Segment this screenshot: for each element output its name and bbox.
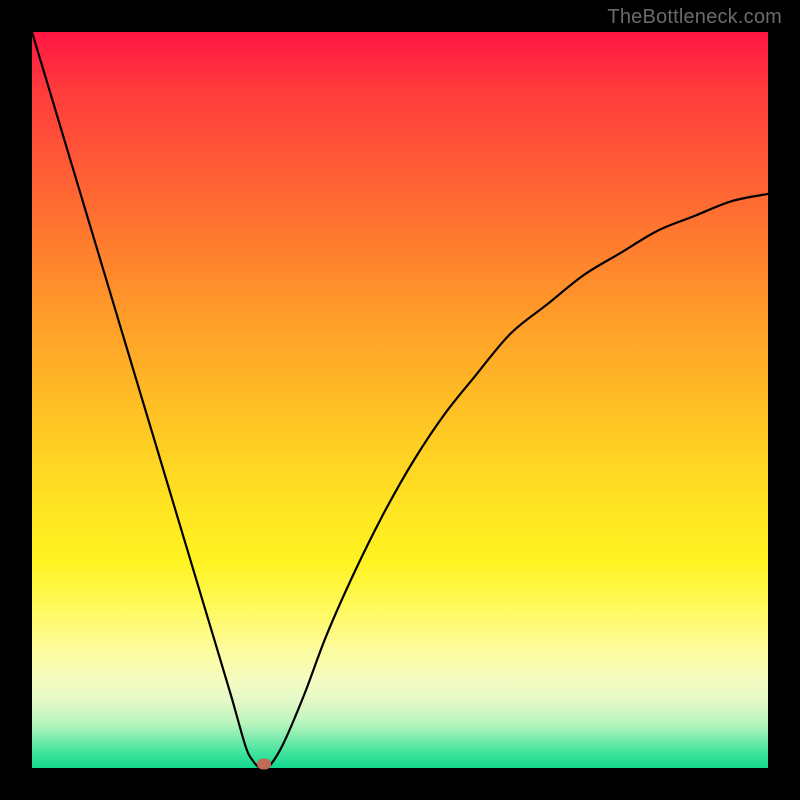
- watermark-label: TheBottleneck.com: [607, 6, 782, 29]
- plot-area: [32, 32, 768, 768]
- chart-frame: TheBottleneck.com: [0, 0, 800, 800]
- bottleneck-curve: [32, 32, 768, 768]
- optimal-point-marker: [257, 759, 271, 770]
